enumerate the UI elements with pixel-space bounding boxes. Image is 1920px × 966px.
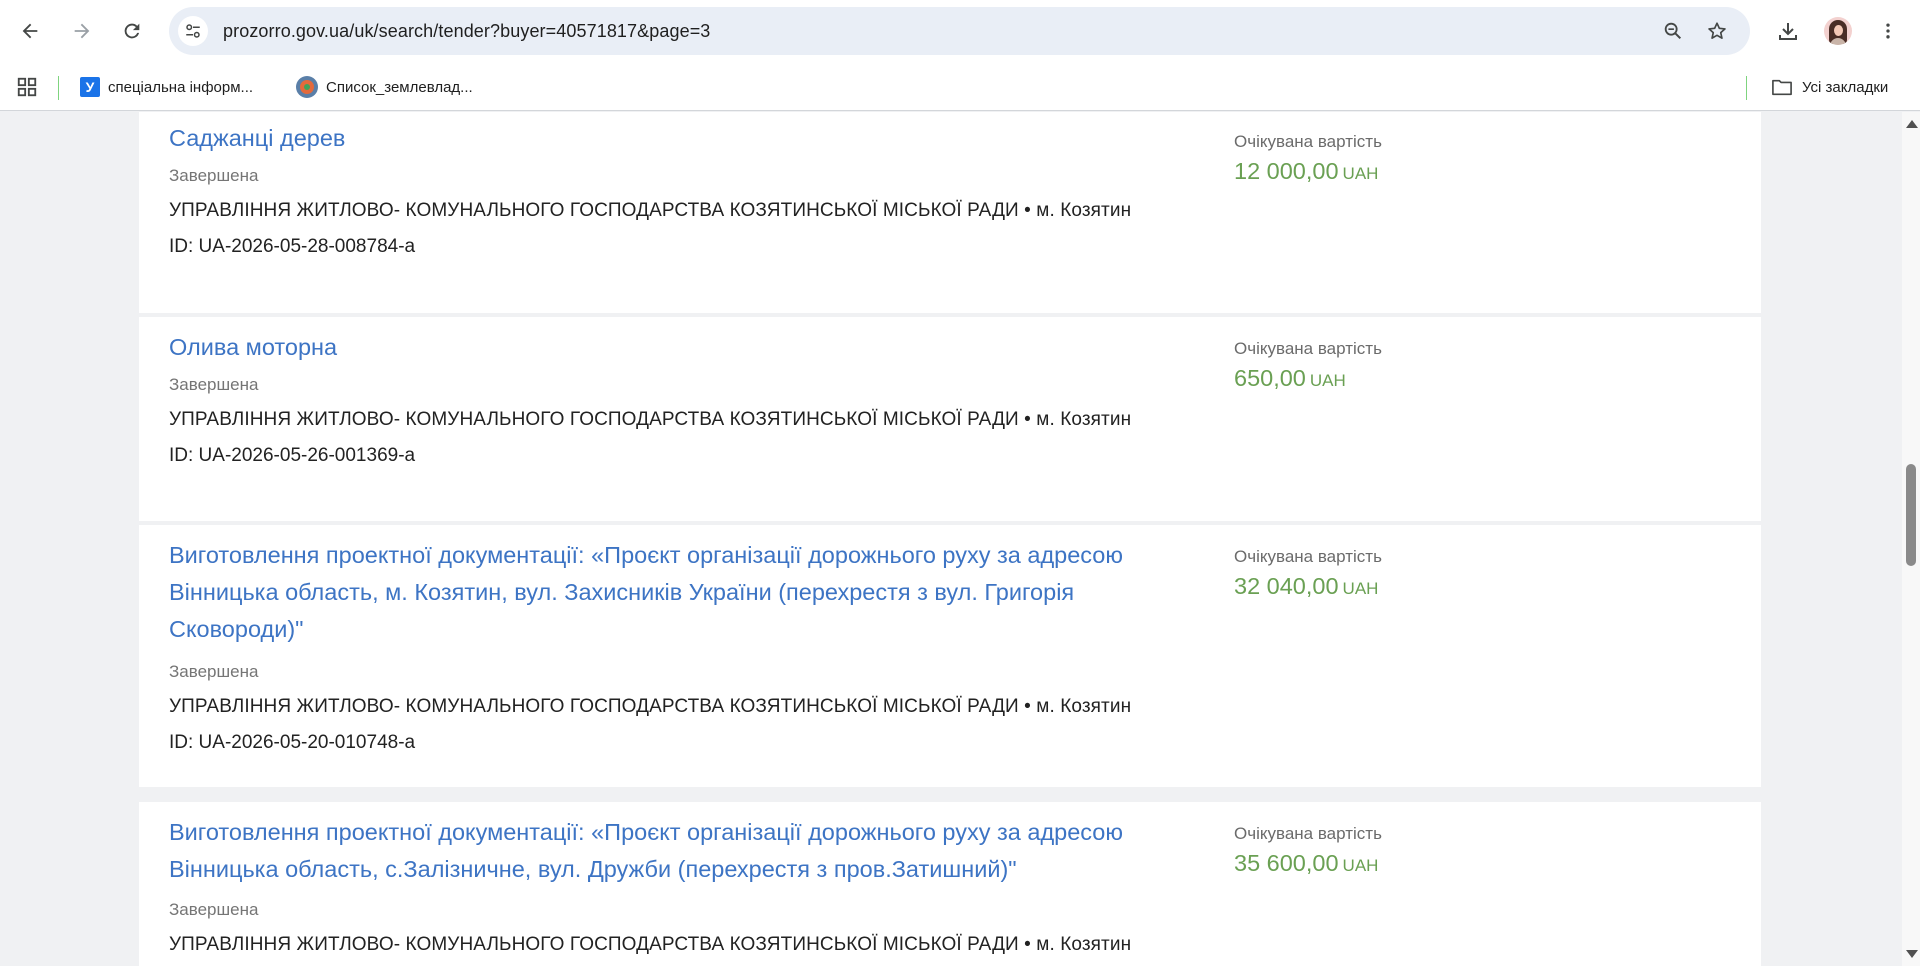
tender-status: Завершена [169, 662, 259, 681]
expected-value: 32 040,00 UAH [1234, 573, 1379, 599]
bookmark-label: Список_землевлад... [326, 78, 473, 96]
tender-title-link[interactable]: Виготовлення проектної документації: «Пр… [169, 814, 1169, 888]
expected-value-label: Очікувана вартість [1234, 339, 1382, 358]
kebab-menu-icon [1886, 23, 1890, 39]
page-viewport: Саджанці дерев Завершена УПРАВЛІННЯ ЖИТЛ… [0, 112, 1902, 966]
page-scrollbar[interactable] [1902, 112, 1920, 966]
bookmark-label: спеціальна інформ... [108, 78, 254, 96]
apps-button[interactable] [16, 76, 38, 103]
tune-icon [186, 24, 200, 38]
bookmark-item[interactable]: Список_землевлад... [296, 73, 473, 101]
reload-button[interactable] [112, 11, 152, 51]
bookmark-favicon-icon: У [80, 77, 100, 97]
wikimedia-icon [296, 76, 318, 98]
tender-id: ID: UA-2026-05-28-008784-a [169, 236, 416, 257]
star-icon [1708, 22, 1726, 39]
scroll-down-arrow-icon[interactable] [1906, 950, 1918, 958]
tender-card: Виготовлення проектної документації: «Пр… [139, 525, 1761, 787]
bookmark-item[interactable]: У спеціальна інформ... [80, 73, 253, 101]
all-bookmarks-label: Усі закладки [1802, 78, 1889, 96]
tender-buyer: УПРАВЛІННЯ ЖИТЛОВО- КОМУНАЛЬНОГО ГОСПОДА… [169, 200, 1132, 221]
tender-buyer: УПРАВЛІННЯ ЖИТЛОВО- КОМУНАЛЬНОГО ГОСПОДА… [169, 696, 1132, 717]
scroll-up-arrow-icon[interactable] [1906, 120, 1918, 128]
expected-value: 12 000,00 UAH [1234, 158, 1379, 184]
folder-icon [1772, 79, 1792, 96]
tender-buyer: УПРАВЛІННЯ ЖИТЛОВО- КОМУНАЛЬНОГО ГОСПОДА… [169, 409, 1132, 430]
tender-card: Саджанці дерев Завершена УПРАВЛІННЯ ЖИТЛ… [139, 112, 1761, 313]
browser-toolbar: prozorro.gov.ua/uk/search/tender?buyer=4… [0, 0, 1920, 63]
tender-status: Завершена [169, 375, 259, 394]
tender-title-link[interactable]: Саджанці дерев [169, 120, 1169, 157]
expected-value: 650,00 UAH [1234, 365, 1346, 391]
expected-value-label: Очікувана вартість [1234, 132, 1382, 151]
address-bar[interactable]: prozorro.gov.ua/uk/search/tender?buyer=4… [169, 7, 1750, 55]
tender-title-link[interactable]: Олива моторна [169, 329, 1169, 366]
zoom-icon [1664, 22, 1682, 40]
arrow-left-icon [22, 23, 38, 39]
download-icon [1779, 23, 1797, 40]
tender-status: Завершена [169, 166, 259, 185]
tender-card: Виготовлення проектної документації: «Пр… [139, 802, 1761, 966]
bookmarks-separator [58, 76, 59, 100]
expected-value-label: Очікувана вартість [1234, 824, 1382, 843]
bookmarks-bar: У спеціальна інформ... Список_землевлад.… [0, 63, 1920, 111]
expected-value: 35 600,00 UAH [1234, 850, 1379, 876]
back-button[interactable] [10, 11, 50, 51]
apps-grid-icon [17, 77, 37, 97]
tender-status: Завершена [169, 900, 259, 919]
zoom-button[interactable] [1658, 16, 1688, 46]
avatar [1824, 17, 1852, 45]
arrow-right-icon [74, 23, 90, 39]
tender-id: ID: UA-2026-05-20-010748-a [169, 732, 416, 753]
downloads-button[interactable] [1770, 13, 1806, 49]
tender-id: ID: UA-2026-05-26-001369-a [169, 445, 416, 466]
menu-button[interactable] [1870, 13, 1906, 49]
forward-button[interactable] [62, 11, 102, 51]
profile-button[interactable] [1820, 13, 1856, 49]
bookmark-star-button[interactable] [1702, 16, 1732, 46]
scroll-thumb[interactable] [1906, 464, 1916, 566]
all-bookmarks-button[interactable]: Усі закладки [1771, 73, 1888, 101]
expected-value-label: Очікувана вартість [1234, 547, 1382, 566]
site-info-button[interactable] [178, 16, 208, 46]
url-text[interactable]: prozorro.gov.ua/uk/search/tender?buyer=4… [223, 21, 710, 42]
reload-icon [124, 23, 140, 39]
bookmarks-separator [1746, 76, 1747, 100]
tender-title-link[interactable]: Виготовлення проектної документації: «Пр… [169, 537, 1169, 648]
tender-card: Олива моторна Завершена УПРАВЛІННЯ ЖИТЛО… [139, 317, 1761, 521]
tender-buyer: УПРАВЛІННЯ ЖИТЛОВО- КОМУНАЛЬНОГО ГОСПОДА… [169, 934, 1132, 955]
